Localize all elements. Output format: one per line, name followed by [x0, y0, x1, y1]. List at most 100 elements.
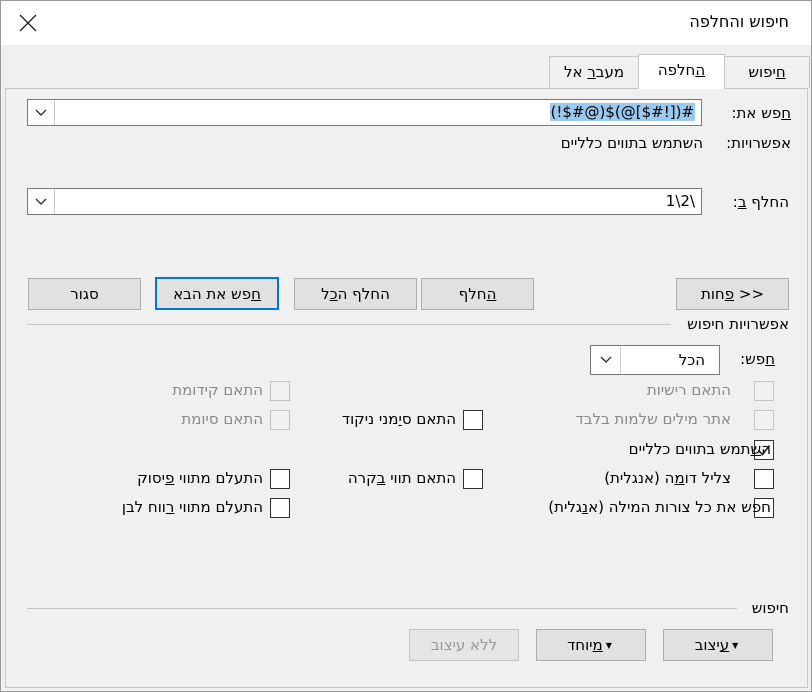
wildcards-label-text: ה [761, 440, 771, 458]
match-case-checkbox[interactable] [754, 381, 774, 401]
sounds-like-checkbox[interactable] [754, 469, 774, 489]
match-kashida-checkbox[interactable] [463, 469, 483, 489]
match-case-label: התאם רישיות [646, 381, 731, 399]
whole-words-label: אתר מילים שלמות בלבד [575, 410, 731, 428]
options-value: השתמש בתווים כלליים [560, 134, 703, 152]
ignore-punctuation-checkbox[interactable] [270, 469, 290, 489]
title-bar: חיפוש והחלפה [1, 1, 811, 45]
format-button-accel: ע [719, 636, 730, 654]
find-what-combo[interactable]: (!$#@)$(@[$#!])# [27, 99, 702, 126]
no-formatting-label: ללא עיצוב [430, 636, 498, 654]
match-prefix-checkbox[interactable] [270, 381, 290, 401]
use-wildcards-label: השתמש בתווים כלליים [629, 440, 771, 458]
replace-all-button[interactable]: החלף הכל [294, 278, 417, 310]
window-title: חיפוש והחלפה [689, 12, 789, 31]
replace-button-label: חלף [458, 285, 487, 303]
format-button-label: יצוב [694, 636, 720, 654]
tab-replace[interactable]: החלפה [638, 54, 725, 89]
punct-label-text: התעלם מתווי [174, 469, 263, 487]
wildcards-label-accel: ש [750, 440, 762, 458]
chevron-down-icon [35, 109, 47, 116]
replace-with-combo[interactable]: 1\2\ [27, 188, 702, 215]
less-button[interactable]: << פ חות [676, 278, 789, 310]
search-direction-label: חפש: [740, 350, 775, 368]
find-next-button[interactable]: ח פש את הבא [155, 277, 279, 310]
find-section-divider [27, 608, 737, 609]
find-replace-dialog: חיפוש והחלפה חיפוש החלפה מעבר אל חפש את:… [0, 0, 812, 692]
chevron-down-icon [600, 356, 611, 363]
word-forms-label-text: גלית) [548, 498, 583, 516]
replace-all-button-label: ל [321, 285, 330, 303]
replace-all-button-accel: כ [329, 285, 338, 303]
chevron-down-icon [35, 198, 47, 205]
special-button[interactable]: ▼ מ יוחד [536, 629, 646, 661]
space-label-text: ווח לבן [121, 498, 166, 516]
no-formatting-button[interactable]: ללא עיצוב [409, 629, 519, 661]
punct-label-accel: פ [164, 469, 175, 487]
sounds-like-label-accel: מ [674, 469, 685, 487]
tab-label-accel: ר [587, 63, 596, 81]
find-next-button-label: פש את הבא [173, 284, 252, 303]
word-forms-label: חפש את כל צורות המילה (אנגלית) [548, 498, 771, 516]
find-what-value: (!$#@)$(@[$#!])# [549, 103, 695, 121]
match-prefix-label: התאם קידומת [172, 381, 263, 399]
match-kashida-label: התאם תווי בקרה [348, 469, 456, 487]
match-suffix-checkbox[interactable] [270, 410, 290, 430]
search-direction-dropdown-button[interactable] [591, 346, 621, 374]
search-options-heading: אפשרויות חיפוש [687, 315, 789, 333]
tab-goto[interactable]: מעבר אל [549, 56, 639, 88]
ignore-whitespace-label: התעלם מתווי רווח לבן [122, 498, 263, 516]
replace-with-label: החלף ב: [733, 193, 789, 211]
less-button-accel: פ [724, 285, 735, 303]
triangle-down-icon: ▼ [605, 640, 612, 650]
tab-label-accel: ח [775, 63, 786, 81]
tab-label: אל [563, 63, 588, 81]
kashida-label-text: התאם תווי [385, 469, 456, 487]
less-button-label: חות [700, 285, 725, 303]
wildcards-label-text: תמש בתווים כלליים [628, 440, 751, 458]
sounds-like-label-text: צליל דו [684, 469, 731, 487]
close-button[interactable] [10, 6, 46, 40]
replace-button[interactable]: ה חלף [421, 278, 534, 310]
match-suffix-label: התאם סיומת [181, 410, 263, 428]
sounds-like-label-text: ה (אנגלית) [604, 469, 675, 487]
tab-search[interactable]: חיפוש [724, 56, 810, 88]
diacritics-label-text: מני ניקוד [341, 410, 399, 428]
triangle-down-icon: ▼ [732, 640, 739, 650]
find-what-input[interactable]: (!$#@)$(@[$#!])# [549, 103, 695, 121]
whole-words-checkbox[interactable] [754, 410, 774, 430]
punct-label-text: יסוק [137, 469, 165, 487]
search-options-divider [27, 324, 670, 325]
options-label: אפשרויות: [726, 134, 791, 152]
replace-dropdown-button[interactable] [28, 189, 55, 214]
find-what-label: חפש את: [731, 104, 791, 122]
tab-label: חלפה [657, 61, 696, 79]
close-button-label: סגור [70, 285, 99, 303]
kashida-label-text: קרה [347, 469, 377, 487]
replace-all-button-label: החלף ה [337, 285, 390, 303]
replace-button-accel: ה [486, 285, 497, 303]
diacritics-label-text: התאם ס [401, 410, 456, 428]
match-diacritics-label: התאם סימני ניקוד [342, 410, 456, 428]
space-label-text: התעלם מתווי [174, 498, 263, 516]
sounds-like-label: צליל דומה (אנגלית) [604, 469, 731, 487]
replace-label-text: החלף [746, 193, 789, 211]
format-button[interactable]: ▼ ע יצוב [663, 629, 773, 661]
word-forms-label-text: חפש את כל צורות המילה (א [588, 498, 771, 516]
special-button-accel: מ [592, 636, 603, 654]
replace-with-input[interactable]: 1\2\ [666, 192, 695, 210]
find-label-text: פש את: [731, 104, 782, 122]
direction-label-text: פש: [740, 350, 766, 368]
find-section-heading: חיפוש [751, 599, 789, 617]
replace-label-accel: ב [737, 193, 747, 211]
search-direction-combo[interactable]: הכל [590, 345, 720, 375]
direction-label-accel: ח [765, 350, 775, 368]
ignore-whitespace-checkbox[interactable] [270, 498, 290, 518]
less-button-label: << [734, 285, 765, 303]
close-dialog-button[interactable]: סגור [28, 278, 141, 310]
ignore-punctuation-label: התעלם מתווי פיסוק [137, 469, 263, 487]
match-diacritics-checkbox[interactable] [463, 410, 483, 430]
tab-label: יפוש [748, 63, 776, 81]
find-dropdown-button[interactable] [28, 100, 55, 125]
find-label-accel: ח [781, 104, 791, 122]
